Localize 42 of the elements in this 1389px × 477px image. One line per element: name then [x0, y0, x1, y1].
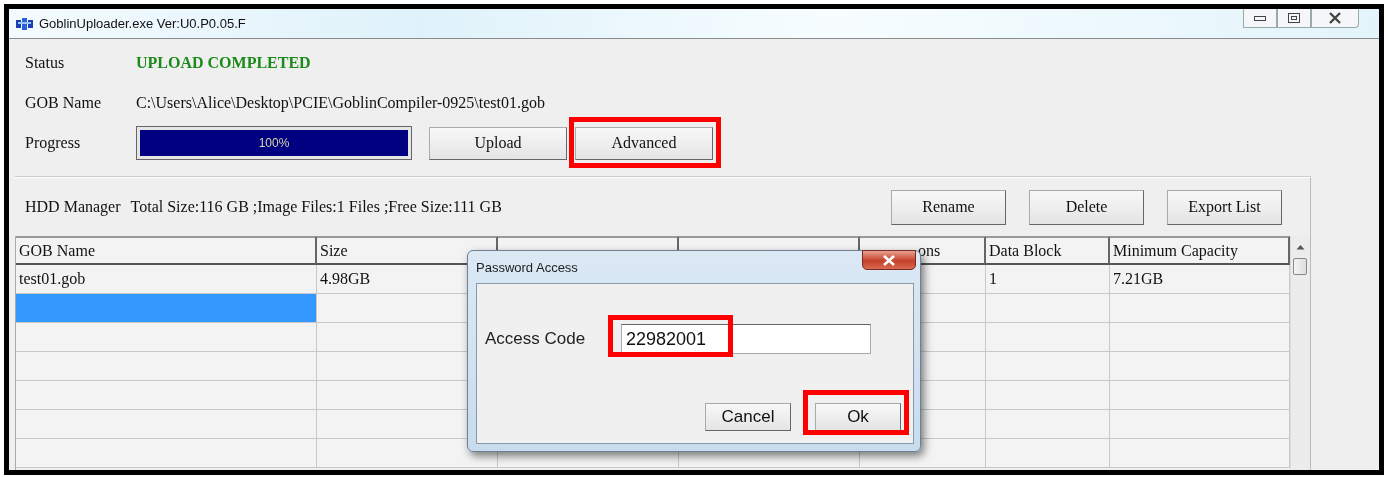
scrollbar[interactable] — [1290, 236, 1310, 470]
hdd-info-text: Total Size:116 GB ;Image Files:1 Files ;Free Size:111 GB — [130, 198, 502, 216]
dialog-button[interactable]: Ok — [815, 403, 901, 431]
close-icon — [1328, 12, 1342, 24]
minimize-button[interactable] — [1243, 9, 1277, 28]
table-cell[interactable] — [16, 381, 317, 410]
progress-label: Progress — [25, 134, 82, 152]
hdd-manager-label: HDD Manager — [25, 198, 121, 216]
access-code-field[interactable]: 22982001 — [621, 324, 871, 354]
column-header[interactable]: Minimum Capacity — [1110, 236, 1290, 265]
close-button[interactable] — [1311, 9, 1359, 28]
status-value: UPLOAD COMPLETED — [136, 54, 311, 72]
table-cell[interactable] — [16, 323, 317, 352]
column-header[interactable]: Data Block — [986, 236, 1110, 265]
gob-name-label: GOB Name — [25, 94, 102, 112]
action-button[interactable]: Upload — [429, 126, 567, 160]
dialog-button[interactable]: Cancel — [705, 403, 791, 431]
restore-icon — [1288, 13, 1300, 23]
scroll-thumb[interactable] — [1293, 258, 1307, 275]
hdd-button[interactable]: Export List — [1167, 189, 1282, 225]
table-cell[interactable]: test01.gob — [16, 265, 317, 294]
status-label: Status — [25, 54, 66, 72]
gob-path-text: C:\Users\Alice\Desktop\PCIE\GoblinCompiler-0925\test01.gob — [136, 94, 545, 112]
minimize-icon — [1254, 15, 1266, 21]
table-cell[interactable] — [16, 352, 317, 381]
table-cell[interactable] — [16, 410, 317, 439]
action-button[interactable]: Advanced — [575, 126, 713, 160]
close-button[interactable] — [862, 250, 916, 270]
scroll-up-icon[interactable] — [1296, 244, 1305, 250]
column-header[interactable]: GOB Name — [16, 236, 317, 265]
selected-cell[interactable] — [16, 294, 317, 323]
hdd-button[interactable]: Rename — [891, 189, 1006, 225]
window-title: GoblinUploader.exe Ver:U0.P0.05.F — [39, 16, 246, 31]
access-code-label: Access Code — [485, 329, 587, 349]
app-icon — [16, 16, 34, 31]
table-cell: 7.21GB — [1110, 265, 1290, 294]
table-cell: 1 — [986, 265, 1110, 294]
restore-button[interactable] — [1277, 9, 1311, 28]
table-cell[interactable] — [16, 439, 317, 468]
progress-text: 100% — [258, 136, 290, 150]
hdd-button[interactable]: Delete — [1029, 189, 1144, 225]
close-icon — [882, 254, 896, 266]
